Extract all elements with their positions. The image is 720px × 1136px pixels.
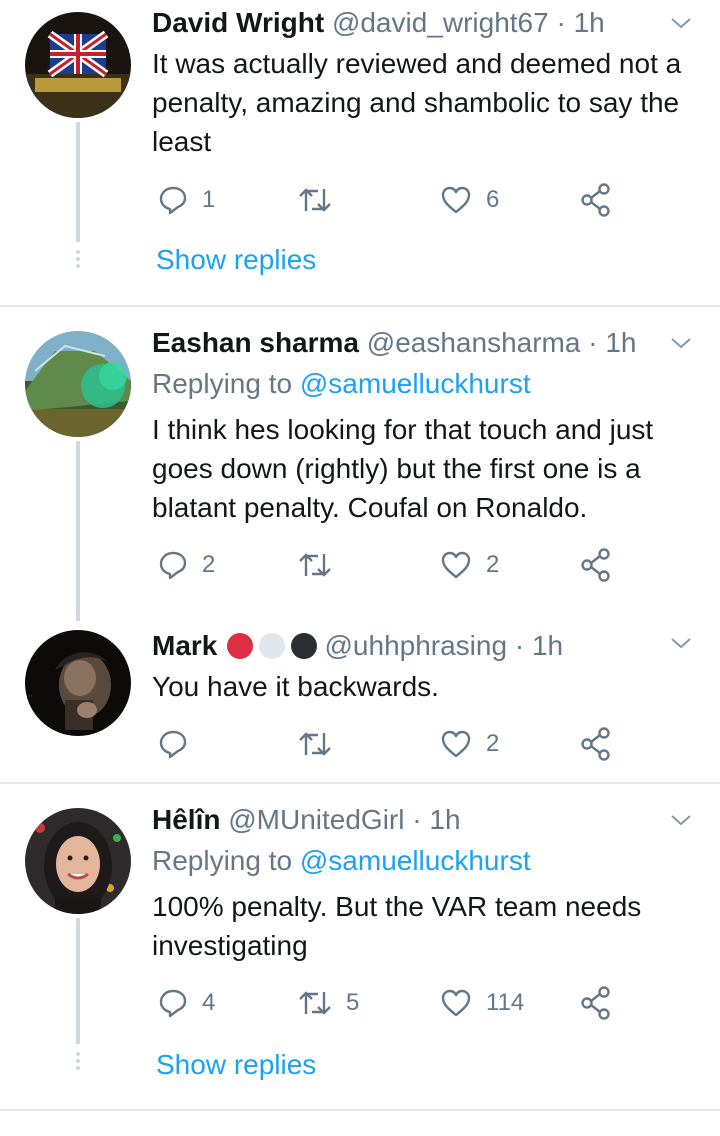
like-count: 2 — [486, 730, 500, 757]
tweet-text: 100% penalty. But the VAR team needs inv… — [152, 891, 642, 961]
separator: · — [588, 327, 598, 358]
retweet-icon — [299, 991, 331, 1015]
reply-icon — [159, 551, 187, 580]
reply-count: 1 — [202, 186, 216, 213]
like-count: 2 — [486, 551, 500, 578]
retweet-button[interactable] — [298, 724, 346, 764]
thread-dots — [76, 1052, 80, 1073]
share-button[interactable] — [580, 180, 612, 220]
author-name[interactable]: Mark — [152, 630, 217, 661]
avatar[interactable] — [25, 630, 131, 736]
retweet-count: 5 — [346, 989, 360, 1016]
share-icon — [581, 727, 610, 761]
retweet-icon — [299, 188, 331, 212]
replying-to: Replying to @samuelluckhurst — [152, 844, 531, 878]
tweet-text: You have it backwards. — [152, 671, 439, 702]
replying-to: Replying to @samuelluckhurst — [152, 367, 531, 401]
timestamp[interactable]: 1h — [429, 804, 460, 835]
thread-line — [76, 441, 80, 621]
share-button[interactable] — [580, 983, 612, 1023]
show-replies-link[interactable]: Show replies — [156, 243, 316, 277]
divider — [0, 1109, 720, 1111]
share-button[interactable] — [580, 724, 612, 764]
mention-link[interactable]: @samuelluckhurst — [300, 368, 531, 399]
author-name[interactable]: David Wright — [152, 7, 324, 38]
author-handle[interactable]: @eashansharma — [367, 327, 581, 358]
like-count: 6 — [486, 186, 500, 213]
thread-line — [76, 918, 80, 1044]
reply-count: 2 — [202, 551, 216, 578]
replying-label: Replying to — [152, 368, 300, 399]
tweet[interactable]: Eashan sharma @eashansharma · 1h Replyin… — [0, 307, 720, 621]
author-name[interactable]: Eashan sharma — [152, 327, 359, 358]
retweet-button[interactable] — [298, 180, 346, 220]
retweet-icon — [299, 732, 331, 756]
heart-icon — [441, 989, 471, 1017]
tweet-text: It was actually reviewed and deemed not … — [152, 48, 682, 157]
tweet-header: Mark @uhhphrasing · 1h — [152, 629, 563, 663]
tweet[interactable]: David Wright @david_wright67 · 1h It was… — [0, 0, 720, 305]
retweet-button[interactable] — [298, 545, 346, 585]
chevron-down-icon[interactable] — [670, 332, 692, 354]
share-icon — [581, 183, 610, 217]
reply-count: 4 — [202, 989, 216, 1016]
like-button[interactable]: 2 — [440, 724, 499, 764]
reply-icon — [159, 730, 187, 759]
avatar[interactable] — [25, 12, 131, 118]
reply-button[interactable]: 2 — [158, 545, 215, 585]
reply-button[interactable]: 1 — [158, 180, 215, 220]
reply-button[interactable]: 4 — [158, 983, 215, 1023]
tweet-actions: 4 5 114 — [152, 983, 632, 1023]
tweet-header: David Wright @david_wright67 · 1h — [152, 6, 605, 40]
timestamp[interactable]: 1h — [532, 630, 563, 661]
share-icon — [581, 548, 610, 582]
avatar[interactable] — [25, 808, 131, 914]
tweet-actions: 1 6 — [152, 180, 632, 220]
author-handle[interactable]: @MUnitedGirl — [228, 804, 404, 835]
reply-icon — [159, 989, 187, 1018]
tweet-actions: 2 — [152, 724, 632, 764]
tweet-header: Eashan sharma @eashansharma · 1h — [152, 326, 636, 360]
chevron-down-icon[interactable] — [670, 809, 692, 831]
thread-line — [76, 122, 80, 242]
red-circle-emoji — [227, 633, 254, 659]
separator: · — [412, 804, 422, 835]
tweet-text: I think hes looking for that touch and j… — [152, 414, 654, 523]
like-button[interactable]: 6 — [440, 180, 499, 220]
like-count: 114 — [486, 989, 525, 1016]
tweet[interactable]: Hêlîn @MUnitedGirl · 1h Replying to @sam… — [0, 784, 720, 1109]
white-circle-emoji — [258, 633, 285, 659]
retweet-button[interactable]: 5 — [298, 983, 359, 1023]
replying-label: Replying to — [152, 845, 300, 876]
separator: · — [556, 7, 566, 38]
share-button[interactable] — [580, 545, 612, 585]
like-button[interactable]: 2 — [440, 545, 499, 585]
tweet[interactable]: Mark @uhhphrasing · 1h You have it backw… — [0, 620, 720, 780]
heart-icon — [441, 551, 471, 579]
timestamp[interactable]: 1h — [574, 7, 605, 38]
tweet-actions: 2 2 — [152, 545, 632, 585]
reply-button[interactable] — [158, 724, 202, 764]
heart-icon — [441, 730, 471, 758]
timestamp[interactable]: 1h — [605, 327, 636, 358]
author-name[interactable]: Hêlîn — [152, 804, 220, 835]
mention-link[interactable]: @samuelluckhurst — [300, 845, 531, 876]
author-handle[interactable]: @uhhphrasing — [325, 630, 508, 661]
like-button[interactable]: 114 — [440, 983, 524, 1023]
chevron-down-icon[interactable] — [670, 12, 692, 34]
thread-dots — [76, 250, 80, 271]
author-handle[interactable]: @david_wright67 — [332, 7, 549, 38]
black-circle-emoji — [290, 633, 317, 659]
chevron-down-icon[interactable] — [670, 632, 692, 654]
heart-icon — [441, 186, 471, 214]
tweet-header: Hêlîn @MUnitedGirl · 1h — [152, 803, 461, 837]
show-replies-link[interactable]: Show replies — [156, 1048, 316, 1082]
reply-icon — [159, 186, 187, 215]
retweet-icon — [299, 553, 331, 577]
avatar[interactable] — [25, 331, 131, 437]
separator: · — [514, 630, 525, 661]
share-icon — [581, 986, 610, 1020]
